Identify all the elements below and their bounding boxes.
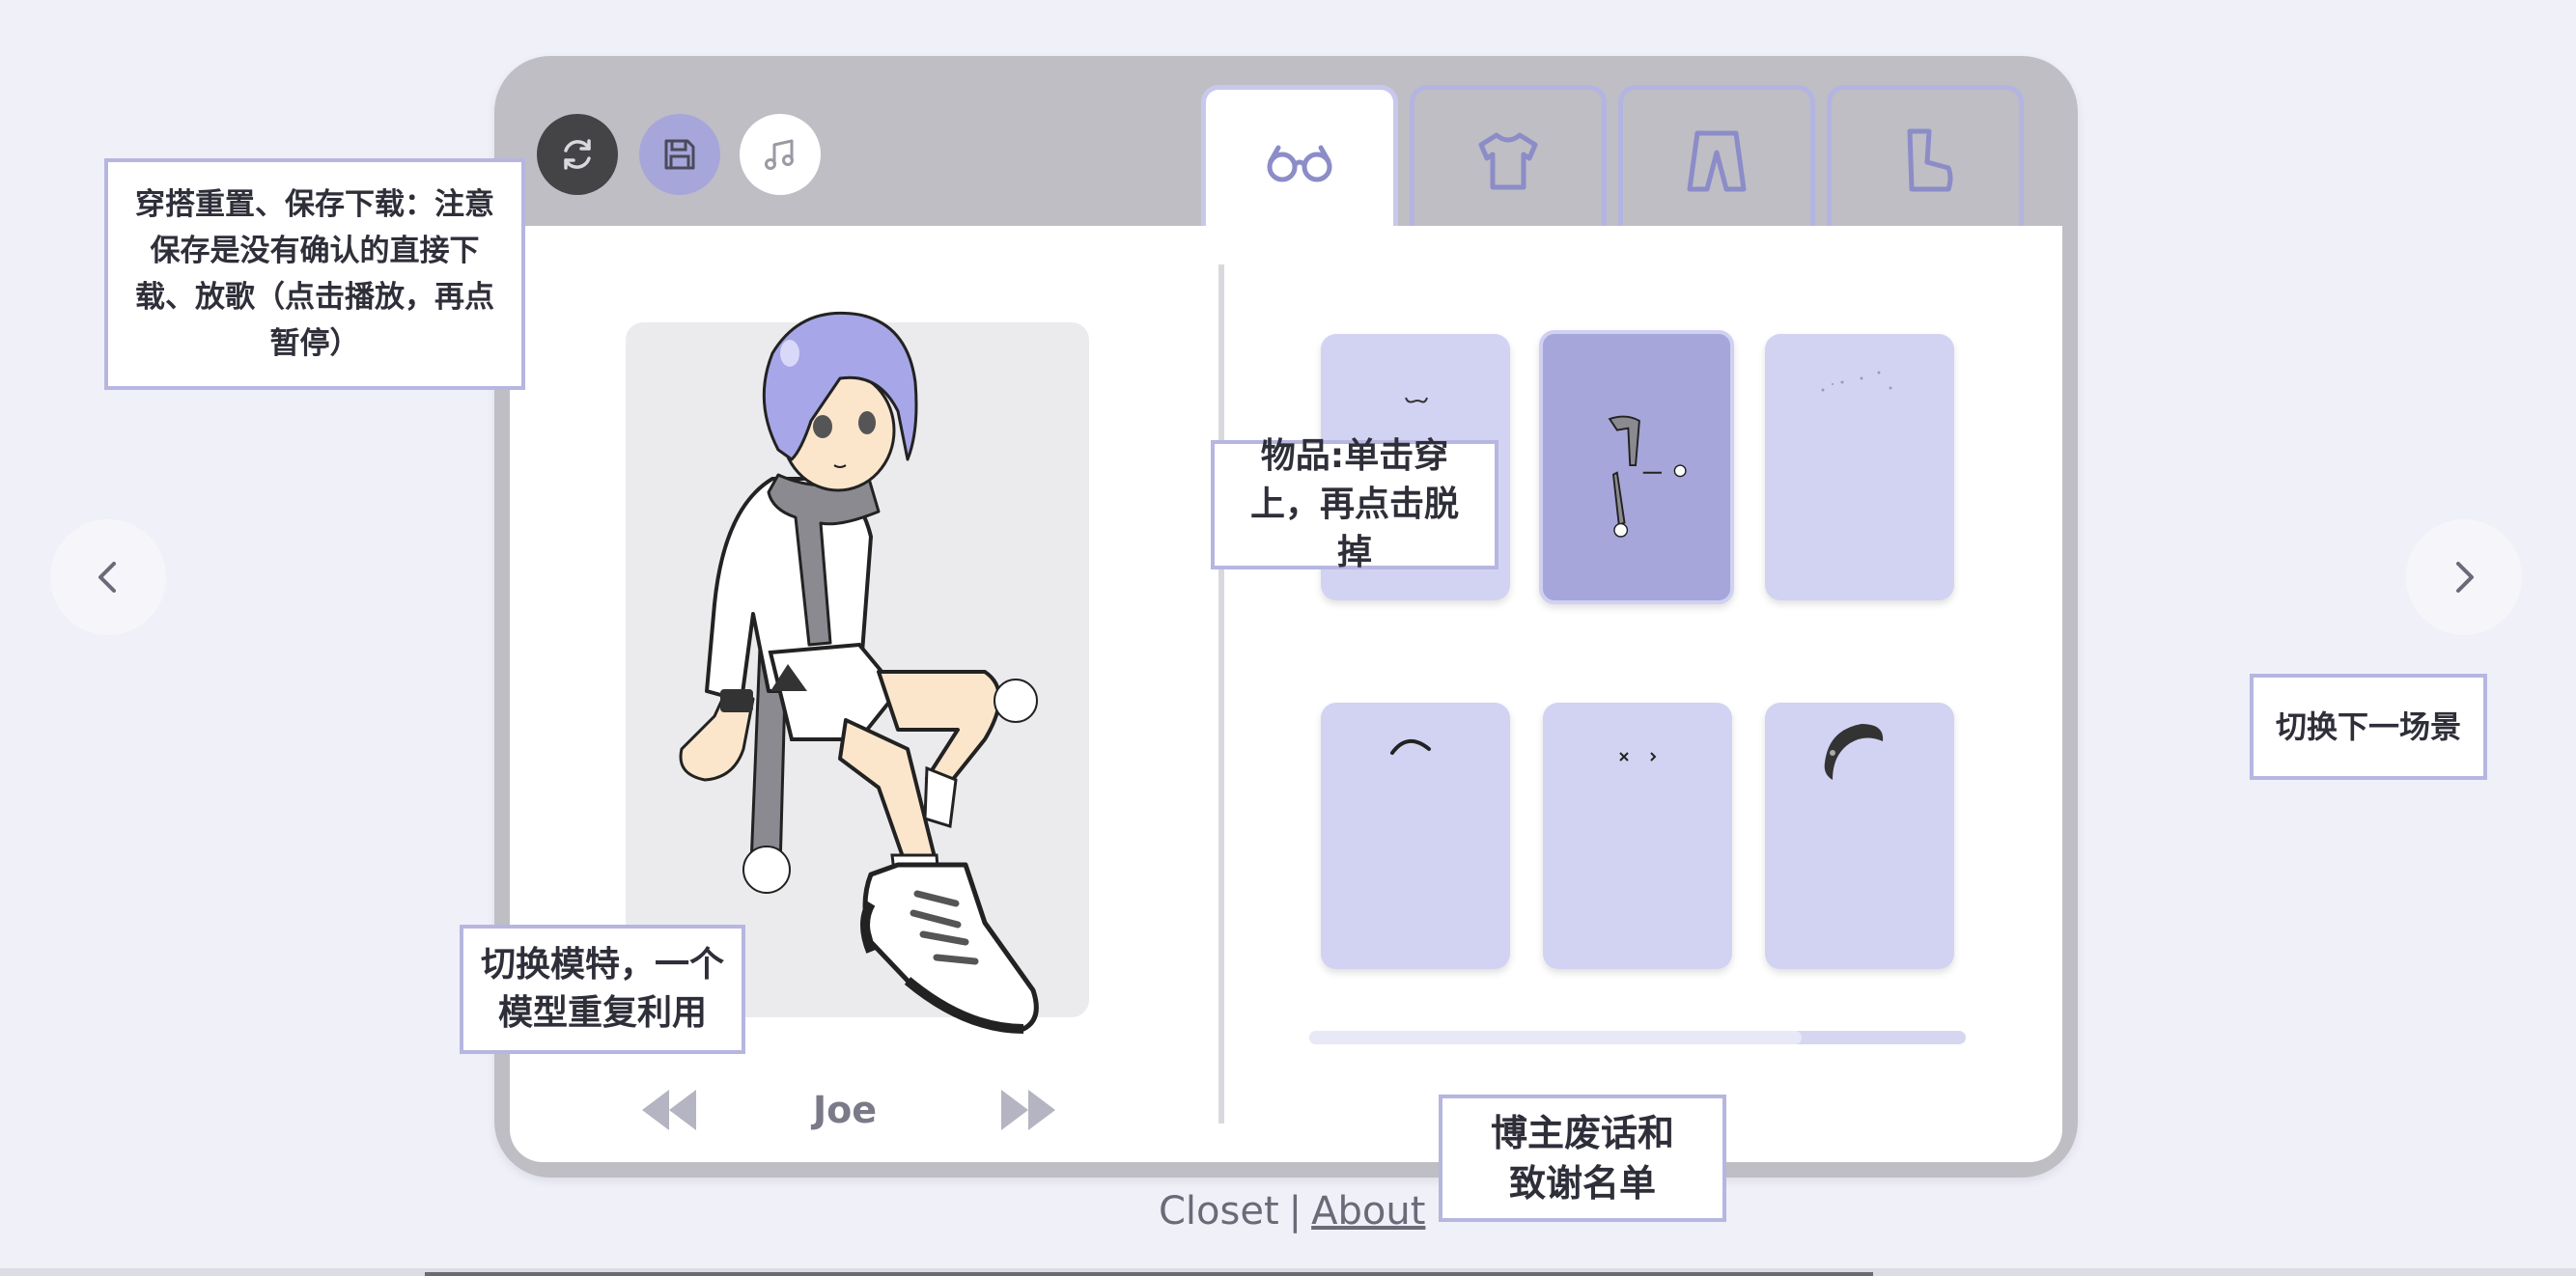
item-eyebrow[interactable] xyxy=(1321,703,1510,969)
reset-button[interactable] xyxy=(537,114,618,195)
eyes-item-icon xyxy=(1619,752,1657,762)
prev-scene-button[interactable] xyxy=(50,519,166,635)
glasses-icon xyxy=(1267,145,1332,181)
floppy-disk-icon xyxy=(664,139,695,170)
boot-icon xyxy=(1907,128,1953,191)
music-button[interactable] xyxy=(740,114,821,195)
next-scene-note: 切换下一场景 xyxy=(2250,674,2487,780)
model-note: 切换模特，一个模型重复利用 xyxy=(460,925,745,1054)
double-chevron-left-icon xyxy=(642,1090,696,1130)
refresh-icon xyxy=(564,139,591,170)
double-chevron-right-icon xyxy=(1001,1090,1055,1130)
tab-shoes[interactable] xyxy=(1827,85,2024,230)
footer: Closet | About xyxy=(1159,1189,1425,1234)
model-name: Joe xyxy=(812,1089,878,1131)
sparkle-item-icon xyxy=(1821,371,1892,392)
pants-icon xyxy=(1687,130,1747,191)
shirt-icon xyxy=(1478,132,1538,189)
item-hair[interactable] xyxy=(1765,703,1954,969)
prev-model-button[interactable] xyxy=(630,1081,707,1139)
items-scrollbar-thumb[interactable] xyxy=(1309,1031,1802,1044)
chevron-right-icon xyxy=(2456,562,2474,593)
items-scrollbar[interactable] xyxy=(1309,1031,1966,1044)
tab-accessories[interactable] xyxy=(1201,85,1398,232)
next-model-button[interactable] xyxy=(991,1081,1068,1139)
item-scarf[interactable] xyxy=(1539,330,1734,604)
hair-item-icon xyxy=(1824,724,1884,780)
chevron-left-icon xyxy=(98,562,116,593)
about-note: 博主废话和致谢名单 xyxy=(1439,1095,1726,1222)
tab-bottoms[interactable] xyxy=(1618,85,1815,230)
toolbar-note: 穿搭重置、保存下载：注意保存是没有确认的直接下载、放歌（点击播放，再点暂停） xyxy=(104,158,525,390)
closet-link[interactable]: Closet xyxy=(1159,1189,1279,1234)
bottom-strip xyxy=(0,1268,2576,1276)
item-eyes[interactable] xyxy=(1543,703,1732,969)
items-note: 物品:单击穿上，再点击脱掉 xyxy=(1211,436,1498,572)
footer-separator: | xyxy=(1288,1189,1302,1234)
eyebrow-item-icon xyxy=(1390,739,1431,755)
next-scene-button[interactable] xyxy=(2406,519,2522,635)
scarf-item-icon xyxy=(1608,415,1687,538)
save-button[interactable] xyxy=(639,114,720,195)
music-note-icon xyxy=(765,139,794,170)
tab-tops[interactable] xyxy=(1410,85,1607,230)
panel-divider xyxy=(1218,264,1224,1123)
about-link[interactable]: About xyxy=(1311,1189,1425,1234)
item-sparkle[interactable] xyxy=(1765,334,1954,600)
